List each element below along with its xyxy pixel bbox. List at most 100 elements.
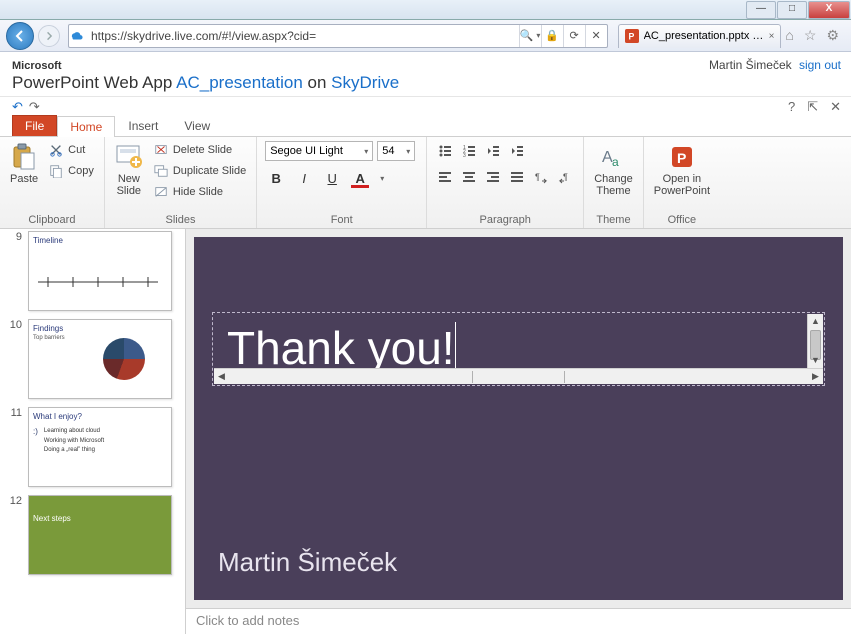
- group-label: Clipboard: [8, 212, 96, 226]
- powerpoint-icon: P: [668, 143, 696, 171]
- svg-text:a: a: [612, 155, 619, 169]
- slide-thumbnail[interactable]: Timeline: [28, 231, 172, 311]
- window-maximize-button[interactable]: □: [777, 1, 807, 19]
- duplicate-slide-button[interactable]: Duplicate Slide: [151, 162, 248, 180]
- copy-button[interactable]: Copy: [46, 162, 96, 180]
- tab-close-button[interactable]: ×: [769, 31, 775, 42]
- tab-home[interactable]: Home: [57, 116, 115, 137]
- bullets-button[interactable]: [435, 141, 455, 161]
- help-button[interactable]: ?: [788, 99, 795, 115]
- slide-thumbnail[interactable]: Next steps: [28, 495, 172, 575]
- popout-button[interactable]: ⇱: [807, 99, 818, 115]
- group-office: P Open in PowerPoint Office: [644, 137, 720, 228]
- tools-icon[interactable]: ⚙: [826, 27, 839, 44]
- document-name-link[interactable]: AC_presentation: [176, 73, 303, 92]
- cut-button[interactable]: Cut: [46, 141, 96, 159]
- new-slide-icon: [115, 143, 143, 171]
- undo-button[interactable]: ↶: [12, 99, 23, 115]
- bold-button[interactable]: B: [265, 167, 287, 189]
- group-label: Paragraph: [435, 212, 575, 226]
- svg-text:P: P: [628, 32, 634, 42]
- thumbnail-row[interactable]: 9 Timeline: [0, 229, 185, 315]
- notes-pane[interactable]: Click to add notes: [186, 608, 851, 634]
- forward-button[interactable]: [38, 25, 60, 47]
- align-justify-button[interactable]: [507, 167, 527, 187]
- hide-slide-icon: [153, 184, 169, 200]
- svg-text:¶: ¶: [535, 172, 540, 182]
- align-left-button[interactable]: [435, 167, 455, 187]
- url-text: https://skydrive.live.com/#!/view.aspx?c…: [89, 29, 519, 43]
- close-app-button[interactable]: ✕: [830, 99, 841, 115]
- ribbon: Paste Cut Copy Clipboard New Slid: [0, 137, 851, 229]
- align-center-button[interactable]: [459, 167, 479, 187]
- home-icon[interactable]: ⌂: [785, 27, 793, 44]
- browser-tab[interactable]: P AC_presentation.pptx - Mic... ×: [618, 24, 782, 48]
- slide-number: 12: [6, 495, 22, 507]
- font-name-select[interactable]: Segoe UI Light▾: [265, 141, 373, 161]
- tab-file[interactable]: File: [12, 115, 57, 136]
- thumbnail-row[interactable]: 12 Next steps: [0, 491, 185, 579]
- title-textbox[interactable]: Thank you! ▲ ▼ ◀ ▶: [212, 312, 825, 386]
- address-bar[interactable]: https://skydrive.live.com/#!/view.aspx?c…: [68, 24, 608, 48]
- skydrive-favicon-icon: [69, 29, 89, 43]
- slide-thumbnail[interactable]: Findings Top barriers: [28, 319, 172, 399]
- powerpoint-favicon-icon: P: [625, 29, 639, 43]
- lock-icon[interactable]: 🔒: [541, 25, 563, 47]
- brand-vendor: Microsoft: [12, 60, 399, 73]
- open-in-powerpoint-button[interactable]: P Open in PowerPoint: [652, 141, 712, 199]
- window-minimize-button[interactable]: —: [746, 1, 776, 19]
- group-clipboard: Paste Cut Copy Clipboard: [0, 137, 105, 228]
- window-close-button[interactable]: X: [808, 1, 850, 19]
- svg-text:3: 3: [463, 153, 466, 158]
- user-name: Martin Šimeček: [709, 58, 792, 72]
- delete-slide-button[interactable]: Delete Slide: [151, 141, 248, 159]
- text-direction-ltr-button[interactable]: ¶: [531, 167, 551, 187]
- browser-tab-label: AC_presentation.pptx - Mic...: [644, 30, 764, 42]
- redo-button[interactable]: ↷: [29, 99, 40, 115]
- numbering-button[interactable]: 123: [459, 141, 479, 161]
- font-size-select[interactable]: 54▾: [377, 141, 415, 161]
- refresh-button[interactable]: ⟳: [563, 25, 585, 47]
- increase-indent-button[interactable]: [507, 141, 527, 161]
- hide-slide-button[interactable]: Hide Slide: [151, 183, 248, 201]
- decrease-indent-button[interactable]: [483, 141, 503, 161]
- stop-button[interactable]: ✕: [585, 25, 607, 47]
- browser-toolbar: https://skydrive.live.com/#!/view.aspx?c…: [0, 20, 851, 52]
- group-theme: Aa Change Theme Theme: [584, 137, 644, 228]
- sign-out-link[interactable]: sign out: [799, 58, 841, 72]
- ribbon-tabs: File Home Insert View: [0, 115, 851, 137]
- group-label: Slides: [113, 212, 248, 226]
- author-text[interactable]: Martin Šimeček: [218, 547, 397, 578]
- italic-button[interactable]: I: [293, 167, 315, 189]
- font-color-dropdown[interactable]: ▾: [377, 174, 384, 183]
- cut-icon: [48, 142, 64, 158]
- slide-number: 9: [6, 231, 22, 243]
- font-color-button[interactable]: A: [349, 167, 371, 189]
- textbox-scrollbar-vertical[interactable]: ▲ ▼: [807, 314, 823, 368]
- back-button[interactable]: [6, 22, 34, 50]
- new-slide-button[interactable]: New Slide: [113, 141, 145, 199]
- thumbnail-row[interactable]: 11 What I enjoy? :) Learning about cloud…: [0, 403, 185, 491]
- slide-thumbnails-pane[interactable]: 9 Timeline 10 Findings Top barriers 11 W…: [0, 229, 186, 634]
- text-direction-rtl-button[interactable]: ¶: [555, 167, 575, 187]
- paste-icon: [10, 143, 38, 171]
- thumbnail-row[interactable]: 10 Findings Top barriers: [0, 315, 185, 403]
- search-icon[interactable]: 🔍▾: [519, 25, 541, 47]
- paste-button[interactable]: Paste: [8, 141, 40, 187]
- group-slides: New Slide Delete Slide Duplicate Slide H…: [105, 137, 257, 228]
- favorites-icon[interactable]: ☆: [804, 27, 817, 44]
- service-link[interactable]: SkyDrive: [331, 73, 399, 92]
- tab-view[interactable]: View: [171, 115, 223, 136]
- underline-button[interactable]: U: [321, 167, 343, 189]
- group-label: Font: [265, 212, 418, 226]
- change-theme-button[interactable]: Aa Change Theme: [592, 141, 635, 199]
- align-right-button[interactable]: [483, 167, 503, 187]
- app-header: Microsoft PowerPoint Web App AC_presenta…: [0, 52, 851, 97]
- tab-insert[interactable]: Insert: [115, 115, 171, 136]
- quick-access-bar: ↶ ↷ ? ⇱ ✕: [0, 97, 851, 115]
- textbox-scrollbar-horizontal[interactable]: ◀ ▶: [214, 368, 823, 384]
- on-text: on: [308, 73, 327, 92]
- slide-thumbnail[interactable]: What I enjoy? :) Learning about cloud Wo…: [28, 407, 172, 487]
- group-font: Segoe UI Light▾ 54▾ B I U A ▾ Font: [257, 137, 427, 228]
- slide-canvas[interactable]: Thank you! ▲ ▼ ◀ ▶ Martin Šimeček: [194, 237, 843, 600]
